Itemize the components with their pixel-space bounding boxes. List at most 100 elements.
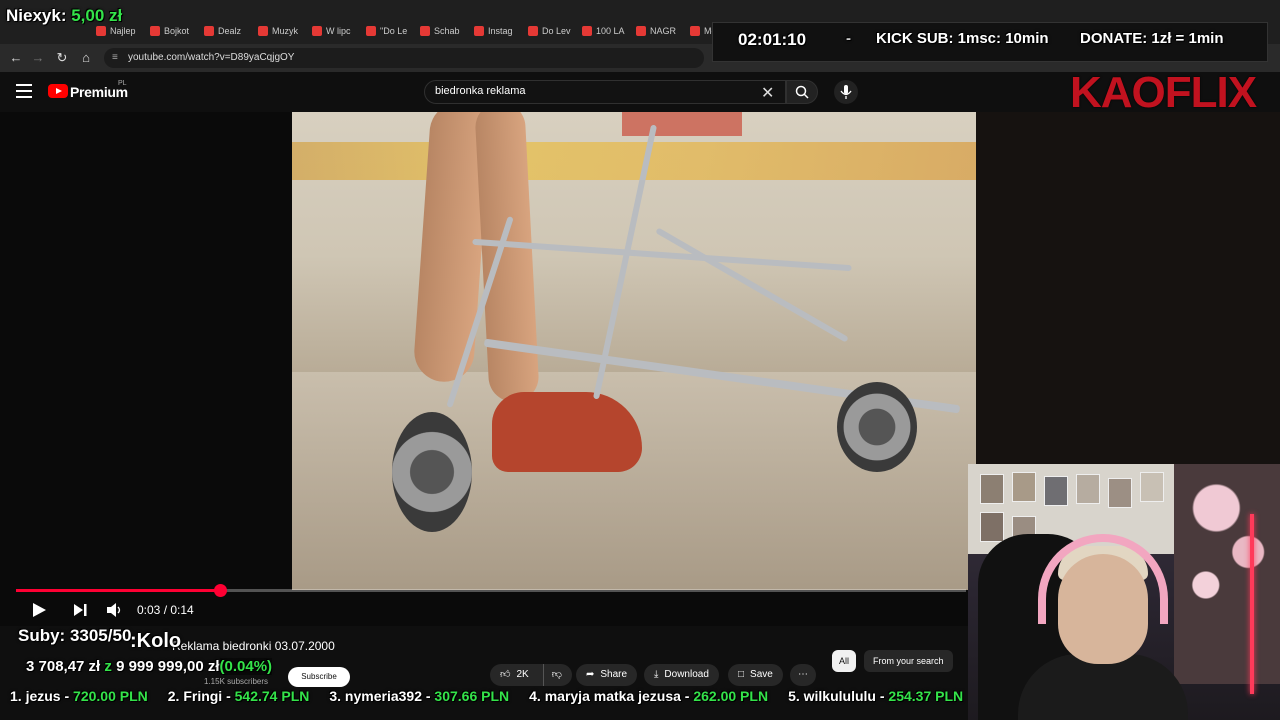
- video-backdrop: [968, 112, 1280, 464]
- duration: 0:14: [170, 603, 194, 617]
- ticker-entry: 5. wilkulululu - 254.37 PLN: [788, 688, 963, 710]
- home-icon[interactable]: ⌂: [78, 50, 94, 66]
- tab-label: Najlep: [110, 26, 136, 36]
- tab-favicon-icon: [636, 26, 646, 36]
- thumbs-up-icon: 👍︎: [500, 669, 511, 680]
- clear-search-icon[interactable]: ✕: [761, 83, 774, 103]
- next-button[interactable]: [72, 601, 90, 622]
- progress-fill: [16, 589, 220, 592]
- separator: -: [846, 30, 851, 47]
- tab-label: "Do Le: [380, 26, 408, 36]
- donor-total: 542.74 PLN: [234, 688, 310, 704]
- top-donors-ticker: 1. jezus - 720.00 PLN 2. Fringi - 542.74 …: [0, 688, 968, 710]
- tab-favicon-icon: [528, 26, 538, 36]
- video-title: Reklama biedronki 03.07.2000: [172, 639, 335, 653]
- bookmark-icon: □: [738, 669, 745, 680]
- tab-label: 100 LA: [596, 26, 625, 36]
- search-box[interactable]: ✕: [424, 80, 786, 104]
- kaoflix-logo: KAOFLIX: [1070, 68, 1257, 117]
- more-horizontal-icon: ⋯: [798, 669, 808, 680]
- tab-label: W lipc: [326, 26, 351, 36]
- back-icon[interactable]: ←: [8, 50, 24, 66]
- time-display: 0:03 / 0:14: [137, 603, 194, 617]
- ticker-entry: 2. Fringi - 542.74 PLN: [168, 688, 310, 710]
- like-count: 2K: [516, 669, 529, 680]
- url-text: youtube.com/watch?v=D89yaCqjgOY: [128, 52, 295, 63]
- donor-name: 3. nymeria392 -: [329, 688, 435, 704]
- ticker-entry: 4. maryja matka jezusa - 262.00 PLN: [529, 688, 768, 710]
- save-label: Save: [750, 669, 773, 680]
- donor-amount: 5,00 zł: [71, 6, 123, 25]
- next-icon: [74, 604, 87, 616]
- chip-all[interactable]: All: [832, 650, 857, 672]
- play-button[interactable]: [30, 601, 48, 622]
- donate-rate: DONATE: 1zł = 1min: [1080, 30, 1224, 47]
- browser-tab[interactable]: NAGR: [636, 22, 676, 40]
- tab-label: Schab: [434, 26, 460, 36]
- site-info-icon[interactable]: ≡: [112, 48, 118, 68]
- donor-name: 5. wilkulululu -: [788, 688, 889, 704]
- browser-tab[interactable]: Dealz: [204, 22, 241, 40]
- microphone-icon: [840, 85, 852, 99]
- channel-subscriber-count: 1.15K subscribers: [204, 677, 269, 686]
- progress-scrubber[interactable]: [213, 584, 227, 597]
- current-time: 0:03: [137, 603, 161, 617]
- like-button[interactable]: 👍︎ 2K 👎︎: [490, 664, 572, 686]
- search-input[interactable]: [435, 85, 735, 97]
- youtube-logo-icon[interactable]: [48, 84, 68, 98]
- tab-label: Muzyk: [272, 26, 299, 36]
- video-frame[interactable]: [292, 112, 976, 590]
- reload-icon[interactable]: ↻: [54, 50, 70, 66]
- browser-tab[interactable]: Bojkot: [150, 22, 189, 40]
- donor-name: 2. Fringi -: [167, 688, 235, 704]
- donor-total: 262.00 PLN: [693, 688, 769, 704]
- search-button[interactable]: [786, 80, 818, 104]
- search-icon: [795, 85, 809, 99]
- donor-total: 307.66 PLN: [434, 688, 510, 704]
- browser-tab[interactable]: Schab: [420, 22, 460, 40]
- thumbs-down-icon[interactable]: 👎︎: [542, 664, 562, 686]
- browser-tab[interactable]: 100 LA: [582, 22, 625, 40]
- tab-favicon-icon: [474, 26, 484, 36]
- progress-bar[interactable]: [16, 584, 966, 597]
- browser-tab[interactable]: Do Lev: [528, 22, 571, 40]
- tab-label: Do Lev: [542, 26, 571, 36]
- more-actions-button[interactable]: ⋯: [790, 664, 816, 686]
- donation-goal: 3 708,47 zł z 9 999 999,00 zł(0.04%): [26, 658, 273, 675]
- tab-label: Dealz: [218, 26, 242, 36]
- browser-tab[interactable]: Instag: [474, 22, 513, 40]
- last-donor: Niexyk: 5,00 zł: [6, 6, 122, 26]
- tab-label: Bojkot: [164, 26, 190, 36]
- volume-button[interactable]: [105, 601, 123, 622]
- browser-tab[interactable]: W lipc: [312, 22, 351, 40]
- donor-total: 720.00 PLN: [73, 688, 148, 704]
- tab-favicon-icon: [366, 26, 376, 36]
- share-button[interactable]: ➦ Share: [576, 664, 638, 686]
- subscribe-button[interactable]: Subscribe: [288, 667, 350, 687]
- browser-tab[interactable]: "Do Le: [366, 22, 407, 40]
- goal-current: 3 708,47 zł: [26, 658, 101, 675]
- donor-total: 254.37 PLN: [888, 688, 964, 704]
- download-button[interactable]: ⤓ Download: [644, 664, 719, 686]
- forward-icon[interactable]: →: [30, 50, 46, 66]
- url-input[interactable]: ≡ youtube.com/watch?v=D89yaCqjgOY: [104, 48, 704, 68]
- chip-from-your-search[interactable]: From your search: [864, 650, 953, 672]
- ticker-entry: 1. jezus - 720.00 PLN: [10, 688, 148, 710]
- voice-search-button[interactable]: [834, 80, 858, 104]
- share-icon: ➦: [586, 669, 595, 680]
- country-code: PL: [118, 80, 127, 87]
- donor-name: 1. jezus -: [10, 688, 74, 704]
- ticker-entry: 3. nymeria392 - 307.66 PLN: [329, 688, 509, 710]
- tab-favicon-icon: [258, 26, 268, 36]
- hamburger-menu-icon[interactable]: [16, 84, 32, 98]
- save-button[interactable]: □ Save: [728, 664, 783, 686]
- goal-percent: (0.04%): [219, 658, 273, 675]
- tab-favicon-icon: [96, 26, 106, 36]
- tab-favicon-icon: [582, 26, 592, 36]
- kolo-label: :Kolo: [130, 630, 182, 652]
- streamer-webcam: [968, 464, 1280, 720]
- download-label: Download: [664, 669, 709, 680]
- subs-counter: Suby: 3305/50: [18, 626, 132, 645]
- tab-label: Instag: [488, 26, 513, 36]
- browser-tab[interactable]: Muzyk: [258, 22, 298, 40]
